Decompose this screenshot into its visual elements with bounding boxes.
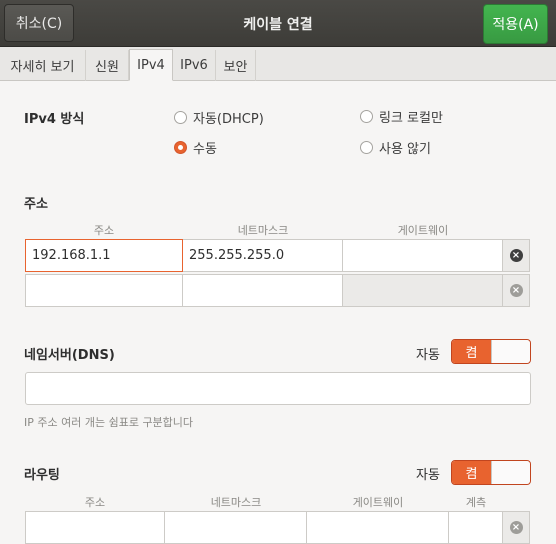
address-row: 192.168.1.1 255.255.255.0 × xyxy=(25,239,530,272)
radio-label: 자동(DHCP) xyxy=(193,112,264,127)
route-address-column-header: 주소 xyxy=(84,496,106,509)
dns-hint: IP 주소 여러 개는 쉼표로 구분합니다 xyxy=(24,416,194,429)
apply-button[interactable]: 적용(A) xyxy=(483,4,548,44)
tab-ipv6[interactable]: IPv6 xyxy=(173,50,216,81)
radio-indicator-checked xyxy=(174,141,187,154)
clear-circle-icon: × xyxy=(509,249,523,262)
address-input[interactable] xyxy=(25,274,183,307)
address-column-header: 주소 xyxy=(93,224,115,237)
tab-details[interactable]: 자세히 보기 xyxy=(0,50,86,81)
dns-title: 네임서버(DNS) xyxy=(24,348,115,363)
radio-label: 사용 않기 xyxy=(379,142,431,157)
routes-auto-label: 자동 xyxy=(416,468,440,483)
clear-circle-icon: × xyxy=(509,284,523,297)
address-row: × xyxy=(25,274,530,307)
route-netmask-input[interactable] xyxy=(165,511,307,544)
delete-address-button[interactable]: × xyxy=(503,274,530,307)
tab-ipv4[interactable]: IPv4 xyxy=(129,49,173,81)
cancel-button[interactable]: 취소(C) xyxy=(4,4,74,42)
dns-auto-switch[interactable]: 켬 xyxy=(451,339,531,364)
switch-knob xyxy=(490,340,530,363)
radio-label: 수동 xyxy=(193,142,217,157)
gateway-column-header: 게이트웨이 xyxy=(397,224,449,237)
radio-disabled[interactable]: 사용 않기 xyxy=(360,138,431,157)
route-metric-input[interactable] xyxy=(449,511,503,544)
tab-bar: 자세히 보기 신원 IPv4 IPv6 보안 xyxy=(0,47,556,81)
header-bar: 취소(C) 케이블 연결 적용(A) xyxy=(0,0,556,47)
delete-route-button[interactable]: × xyxy=(503,511,530,544)
radio-indicator xyxy=(174,111,187,124)
routes-auto-switch[interactable]: 켬 xyxy=(451,460,531,485)
radio-manual[interactable]: 수동 xyxy=(174,138,217,157)
radio-indicator xyxy=(360,110,373,123)
radio-dhcp[interactable]: 자동(DHCP) xyxy=(174,108,264,127)
delete-address-button[interactable]: × xyxy=(503,239,530,272)
radio-label: 링크 로컬만 xyxy=(379,111,443,126)
switch-on-label: 켬 xyxy=(452,340,491,363)
netmask-input[interactable] xyxy=(183,274,343,307)
window-title: 케이블 연결 xyxy=(243,17,313,33)
clear-circle-icon: × xyxy=(509,521,523,534)
gateway-input[interactable] xyxy=(343,239,503,272)
route-gateway-input[interactable] xyxy=(307,511,449,544)
gateway-input[interactable] xyxy=(343,274,503,307)
addresses-title: 주소 xyxy=(24,197,48,212)
radio-indicator xyxy=(360,141,373,154)
route-metric-column-header: 계측 xyxy=(465,496,487,509)
route-netmask-column-header: 네트마스크 xyxy=(210,496,262,509)
radio-link-local[interactable]: 링크 로컬만 xyxy=(360,107,443,126)
tab-identity[interactable]: 신원 xyxy=(86,50,129,81)
tab-security[interactable]: 보안 xyxy=(216,50,256,81)
route-row: × xyxy=(25,511,530,544)
route-address-input[interactable] xyxy=(25,511,165,544)
netmask-input[interactable]: 255.255.255.0 xyxy=(183,239,343,272)
dns-input[interactable] xyxy=(25,372,531,405)
netmask-column-header: 네트마스크 xyxy=(237,224,289,237)
route-gateway-column-header: 게이트웨이 xyxy=(352,496,404,509)
address-input[interactable]: 192.168.1.1 xyxy=(25,239,183,272)
routes-title: 라우팅 xyxy=(24,468,60,483)
ipv4-method-title: IPv4 방식 xyxy=(24,112,85,127)
dns-auto-label: 자동 xyxy=(416,348,440,363)
switch-on-label: 켬 xyxy=(452,461,491,484)
switch-knob xyxy=(490,461,530,484)
